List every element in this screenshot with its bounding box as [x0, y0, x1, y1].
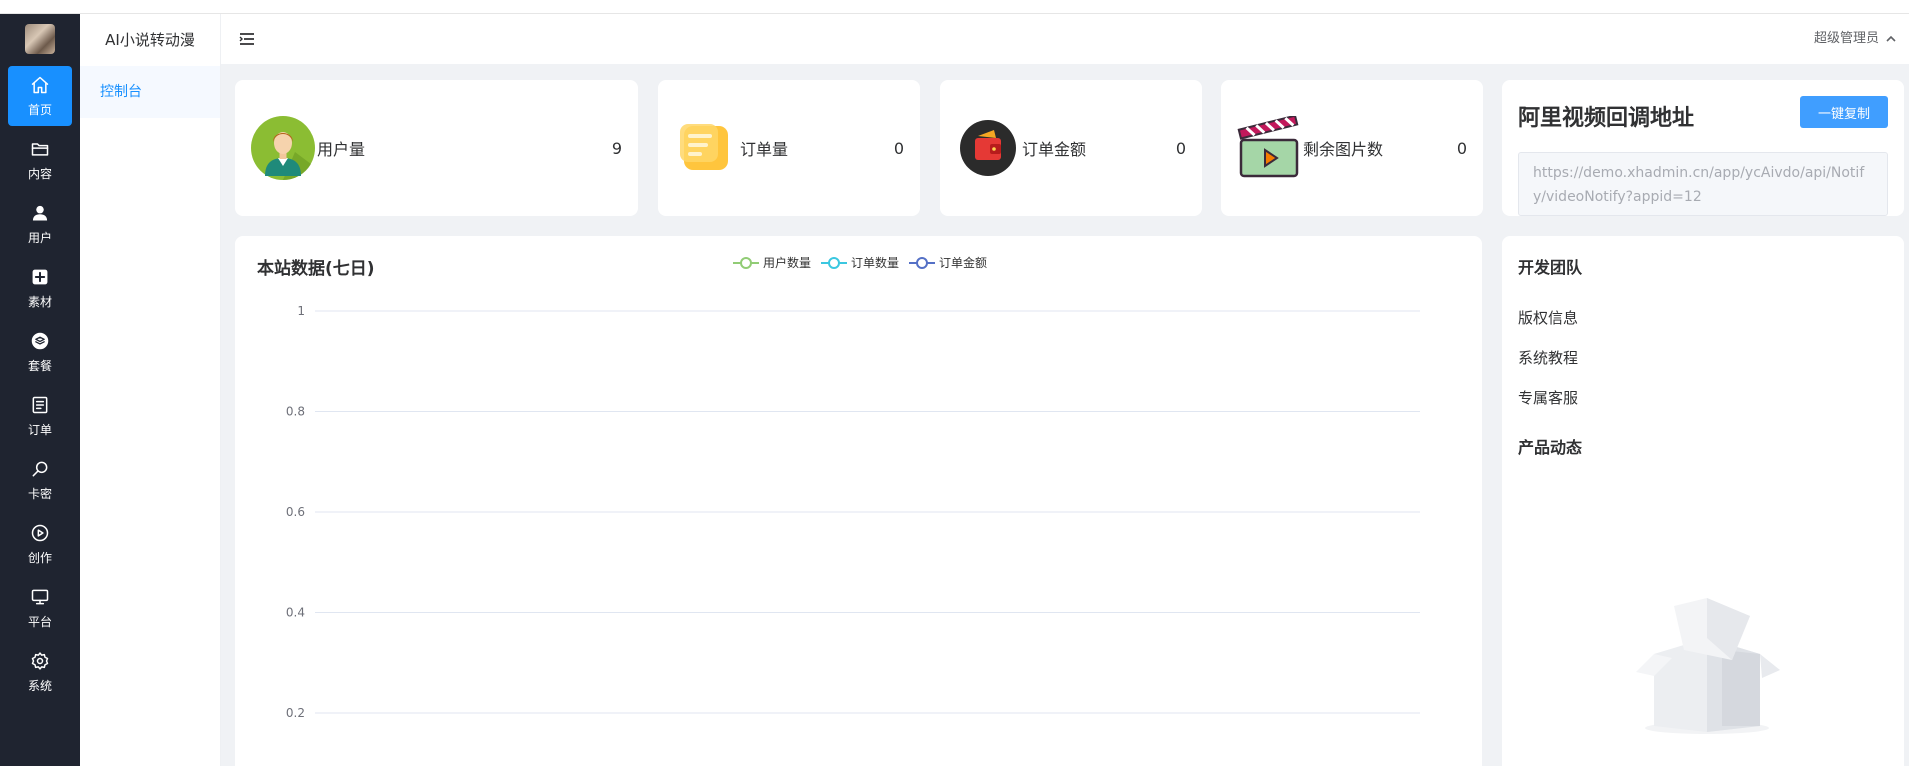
user-menu[interactable]: 超级管理员: [1814, 14, 1897, 64]
y-tick-label: 0.4: [286, 606, 305, 620]
y-tick-label: 0.2: [286, 706, 305, 720]
empty-box-icon: [1636, 598, 1780, 734]
sidebar-item-system[interactable]: 系统: [8, 642, 72, 702]
y-tick-label: 0.6: [286, 505, 305, 519]
callback-url-field[interactable]: https://demo.xhadmin.cn/app/ycAivdo/api/…: [1518, 152, 1888, 216]
callback-card: 阿里视频回调地址 一键复制 https://demo.xhadmin.cn/ap…: [1502, 80, 1904, 216]
y-tick-label: 0.8: [286, 405, 305, 419]
sidebar-rail: 首页 内容 用户 素材 套餐 订单 卡密 创作 平台 系统: [0, 14, 80, 766]
user-name: 超级管理员: [1813, 31, 1879, 46]
package-icon: [31, 332, 49, 349]
stat-card-users: 用户量 9: [235, 80, 638, 216]
gear-icon: [31, 651, 49, 670]
stat-label: 用户量: [317, 140, 366, 159]
order-icon: [32, 396, 48, 413]
sidebar-item-user[interactable]: 用户: [8, 194, 72, 254]
sidebar-item-label: 用户: [27, 230, 52, 245]
news-title: 产品动态: [1518, 438, 1583, 457]
wallet-icon: [960, 120, 1016, 176]
sidebar-item-material[interactable]: 素材: [8, 258, 72, 318]
avatar[interactable]: [25, 24, 55, 54]
top-strip: [0, 0, 1909, 14]
sidebar-item-label: 平台: [27, 614, 52, 629]
order-doc-icon: [680, 124, 728, 170]
sidebar-item-label: 素材: [27, 294, 52, 309]
link-tutorial[interactable]: 系统教程: [1518, 338, 1888, 378]
stat-value: 0: [893, 138, 904, 158]
clapperboard-icon: [1237, 116, 1299, 178]
team-panel: 开发团队 版权信息 系统教程 专属客服 产品动态: [1502, 236, 1904, 766]
sidebar-item-label: 创作: [27, 550, 52, 565]
y-tick-label: 1: [297, 304, 305, 318]
user-icon: [32, 205, 48, 220]
stat-card-images: 剩余图片数 0: [1221, 80, 1483, 216]
menu-toggle-button[interactable]: [239, 31, 255, 45]
chart-panel: 本站数据(七日) 用户数量 订单数量 订单金额 1 0.8 0.6 0.4 0.2: [235, 236, 1482, 766]
user-avatar-icon: [251, 116, 315, 180]
stat-label: 剩余图片数: [1303, 140, 1384, 159]
material-icon: [32, 269, 48, 284]
stat-card-amount: 订单金额 0: [940, 80, 1202, 216]
sidebar-item-card[interactable]: 卡密: [8, 450, 72, 510]
link-support[interactable]: 专属客服: [1518, 378, 1888, 418]
monitor-icon: [31, 589, 49, 604]
sidebar-item-package[interactable]: 套餐: [8, 322, 72, 382]
stat-value: 0: [1175, 138, 1186, 158]
home-icon: [31, 76, 49, 93]
sidebar-item-platform[interactable]: 平台: [8, 578, 72, 638]
sidebar-item-home[interactable]: 首页: [8, 66, 72, 126]
submenu-item-dashboard[interactable]: 控制台: [80, 66, 220, 118]
sidebar-item-label: 内容: [27, 166, 52, 181]
submenu: AI小说转动漫 控制台: [80, 14, 221, 766]
sidebar-item-label: 套餐: [27, 358, 52, 373]
search-icon: [32, 461, 48, 476]
stat-label: 订单量: [740, 140, 789, 159]
sidebar-item-label: 卡密: [27, 486, 52, 501]
chevron-up-icon: [1886, 35, 1896, 42]
sidebar-item-order[interactable]: 订单: [8, 386, 72, 446]
app-title: AI小说转动漫: [105, 31, 195, 49]
sidebar-item-label: 系统: [27, 678, 52, 693]
sidebar-item-content[interactable]: 内容: [8, 130, 72, 190]
play-icon: [31, 524, 49, 541]
link-copyright[interactable]: 版权信息: [1518, 298, 1888, 338]
team-title: 开发团队: [1518, 258, 1583, 277]
folder-icon: [31, 142, 49, 156]
sidebar-item-label: 首页: [27, 102, 52, 117]
header: 超级管理员: [221, 14, 1909, 64]
stat-card-orders: 订单量 0: [658, 80, 920, 216]
stat-value: 0: [1456, 138, 1467, 158]
sidebar-item-create[interactable]: 创作: [8, 514, 72, 574]
chart-plot: 1 0.8 0.6 0.4 0.2: [286, 304, 1420, 720]
sidebar-item-label: 订单: [27, 422, 52, 437]
stat-label: 订单金额: [1022, 140, 1087, 159]
copy-button[interactable]: 一键复制: [1800, 96, 1888, 128]
stat-value: 9: [611, 138, 622, 158]
menu-icon: [239, 33, 254, 45]
